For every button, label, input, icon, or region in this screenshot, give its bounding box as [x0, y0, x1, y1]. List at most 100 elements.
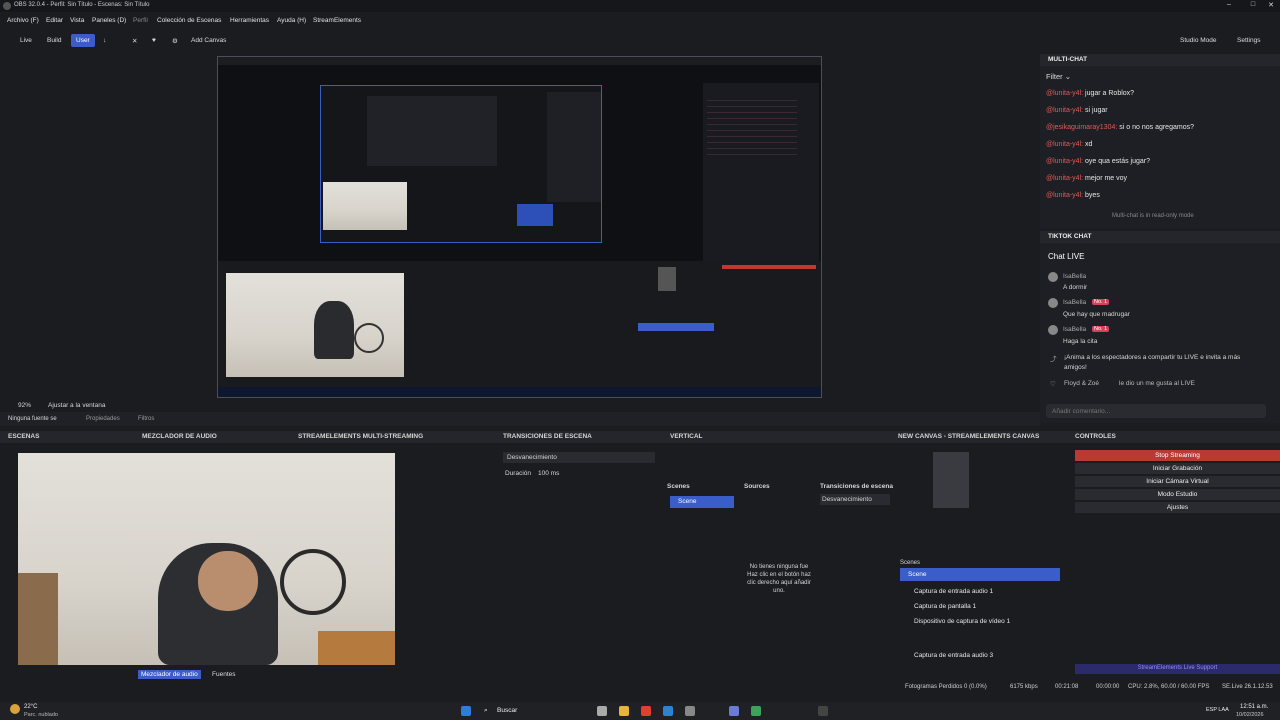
- studio-mode-control[interactable]: Modo Estudio: [1075, 489, 1280, 500]
- menu-ayuda[interactable]: Ayuda (H): [277, 17, 306, 24]
- list-item[interactable]: Captura de pantalla 1: [900, 600, 1062, 613]
- properties-button[interactable]: Propiedades: [86, 416, 120, 422]
- virtual-camera-button[interactable]: Iniciar Cámara Virtual: [1075, 476, 1280, 487]
- vertical-transition-select[interactable]: Desvanecimiento: [820, 494, 890, 505]
- live-button[interactable]: Live: [15, 34, 37, 47]
- chat-message: @lunita-y4l: byes: [1046, 192, 1100, 199]
- chat-user: @lunita-y4l:: [1046, 158, 1084, 165]
- minimize-icon[interactable]: –: [1220, 1, 1238, 8]
- nested-preview: [320, 85, 602, 243]
- filter-dropdown[interactable]: Filter ⌄: [1046, 72, 1071, 81]
- no-source-label: Ninguna fuente se: [8, 416, 57, 422]
- settings-app-icon[interactable]: [729, 706, 739, 716]
- chat-message: @jesikaguimaray1304: si o no nos agregam…: [1046, 124, 1194, 131]
- filters-button[interactable]: Filtros: [138, 416, 154, 422]
- clock-time[interactable]: 12:51 a.m.: [1240, 704, 1268, 710]
- nested-titlebar: [218, 57, 821, 65]
- dropped-frames: Fotogramas Perdidos 0 (0.0%): [905, 684, 987, 690]
- list-item[interactable]: Dispositivo de captura de vídeo 1: [900, 615, 1062, 628]
- menu-archivo[interactable]: Archivo (F): [7, 17, 39, 24]
- close-tool-icon[interactable]: ✕: [127, 34, 142, 47]
- edge-icon[interactable]: [663, 706, 673, 716]
- nested-fan: [354, 323, 384, 353]
- menu-editar[interactable]: Editar: [46, 17, 63, 24]
- stop-streaming-button[interactable]: Stop Streaming: [1075, 450, 1280, 461]
- file-explorer-icon[interactable]: [619, 706, 629, 716]
- taskbar: [0, 702, 1280, 720]
- menu-perfil[interactable]: Perfil: [133, 17, 148, 24]
- obs-taskbar-icon[interactable]: [818, 706, 828, 716]
- taskbar-search[interactable]: Buscar: [497, 707, 517, 714]
- chat-text: si o no nos agregamos?: [1119, 124, 1194, 131]
- chat-user: @lunita-y4l:: [1046, 107, 1084, 114]
- multichat-header: MULTI-CHAT: [1040, 54, 1280, 66]
- transition-select[interactable]: Desvanecimiento: [503, 452, 655, 463]
- chat-message: @lunita-y4l: mejor me voy: [1046, 175, 1127, 182]
- app-icon[interactable]: [685, 706, 695, 716]
- preview-canvas[interactable]: [217, 56, 822, 398]
- user-button[interactable]: User: [71, 34, 95, 47]
- support-link[interactable]: StreamElements Live Support: [1075, 664, 1280, 674]
- search-icon[interactable]: ⌕: [484, 707, 488, 715]
- obs-logo-icon: [3, 2, 11, 10]
- task-view-icon[interactable]: [597, 706, 607, 716]
- tiktok-user: IsaBella: [1063, 326, 1087, 333]
- language-indicator[interactable]: ESP LAA: [1206, 707, 1229, 713]
- gear-small-icon[interactable]: ⚙: [167, 34, 183, 47]
- record-time: 00:00:00: [1096, 684, 1120, 690]
- tab-mixer[interactable]: Mezclador de audio: [138, 670, 201, 679]
- duration-input[interactable]: 100 ms: [538, 470, 559, 477]
- menu-coleccion[interactable]: Colección de Escenas: [157, 17, 221, 24]
- studio-mode-button[interactable]: Studio Mode: [1175, 34, 1222, 47]
- chat-text: mejor me voy: [1085, 175, 1128, 182]
- comment-input[interactable]: [1046, 404, 1266, 418]
- menu-bar: Archivo (F) Editar Vista Paneles (D) Per…: [0, 14, 1280, 28]
- list-item[interactable]: Captura de entrada audio 3: [900, 649, 1062, 662]
- windows-start-icon[interactable]: [461, 706, 471, 716]
- duration-label: Duración: [505, 470, 532, 477]
- chat-text: si jugar: [1085, 107, 1108, 114]
- bitrate: 6175 kbps: [1010, 684, 1038, 690]
- nested-highlight: [517, 204, 553, 226]
- nested-stop: [722, 265, 816, 269]
- menu-herramientas[interactable]: Herramientas: [230, 17, 269, 24]
- se-version: SE.Live 26.1.12.53: [1222, 684, 1273, 690]
- multichat-title: MULTI-CHAT: [1048, 56, 1088, 63]
- window-title: OBS 32.0.4 - Perfil: Sin Título - Escena…: [14, 2, 150, 8]
- fit-window-select[interactable]: Ajustar a la ventana: [48, 402, 105, 409]
- nested-taskbar: [218, 387, 821, 397]
- readonly-notice: Multi-chat is in read-only mode: [1112, 213, 1194, 219]
- settings-control[interactable]: Ajustes: [1075, 502, 1280, 513]
- start-recording-button[interactable]: Iniciar Grabación: [1075, 463, 1280, 474]
- chrome-icon[interactable]: [641, 706, 651, 716]
- tab-sources[interactable]: Fuentes: [209, 670, 239, 679]
- arrow-icon[interactable]: ↓: [98, 34, 111, 47]
- chat-text: oye qua estás jugar?: [1085, 158, 1151, 165]
- controls-title: CONTROLES: [1075, 433, 1116, 440]
- cpu-fps: CPU: 2.8%, 60.00 / 60.00 FPS: [1128, 684, 1210, 690]
- build-button[interactable]: Build: [42, 34, 66, 47]
- maximize-icon[interactable]: □: [1244, 1, 1262, 8]
- menu-paneles[interactable]: Paneles (D): [92, 17, 126, 24]
- rank-badge: No. 1: [1092, 326, 1110, 332]
- list-item[interactable]: Captura de entrada audio 1: [900, 585, 1062, 598]
- add-canvas-button[interactable]: Add Canvas: [186, 34, 231, 47]
- transitions-title: TRANSICIONES DE ESCENA: [503, 433, 592, 440]
- chat-message: @lunita-y4l: si jugar: [1046, 107, 1108, 114]
- settings-button[interactable]: Settings: [1232, 34, 1266, 47]
- tiktok-text: Que hay que madrugar: [1063, 311, 1130, 318]
- menu-vista[interactable]: Vista: [70, 17, 84, 24]
- scenes-title: ESCENAS: [8, 433, 40, 440]
- canvas-scene-item[interactable]: Scene: [900, 568, 1060, 581]
- zoom-level[interactable]: 92%: [18, 402, 31, 409]
- tiktok-header: TIKTOK CHAT: [1040, 231, 1280, 243]
- chat-user: @lunita-y4l:: [1046, 90, 1084, 97]
- menu-streamelements[interactable]: StreamElements: [313, 17, 361, 24]
- whatsapp-icon[interactable]: [751, 706, 761, 716]
- close-icon[interactable]: ✕: [1262, 1, 1280, 9]
- nested-big-webcam: [226, 273, 404, 377]
- vertical-scene-item[interactable]: Scene: [670, 496, 734, 508]
- clock-date[interactable]: 10/02/2026: [1236, 712, 1264, 718]
- curtain-prop: [318, 631, 395, 665]
- heart-icon[interactable]: ♥: [147, 34, 161, 47]
